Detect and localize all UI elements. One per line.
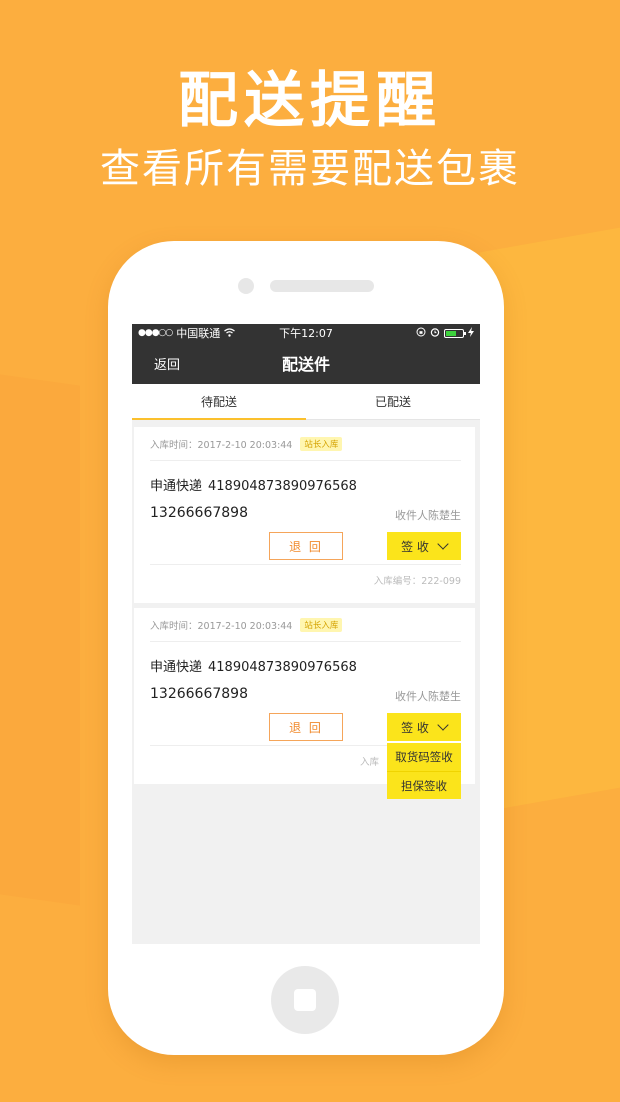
rotation-lock-icon [416, 327, 426, 340]
nav-bar: 返回 配送件 [132, 342, 480, 384]
battery-icon [444, 328, 466, 338]
chevron-down-icon [437, 718, 449, 731]
sign-button-label: 签 收 [401, 720, 429, 735]
page-title: 配送件 [281, 355, 330, 374]
recipient-phone: 13266667898 [150, 686, 248, 702]
home-square-icon [294, 989, 316, 1011]
signal-strength-icon: ●●●○○ [138, 328, 173, 338]
front-camera [238, 278, 254, 294]
home-button[interactable] [271, 966, 339, 1034]
status-badge: 站长入库 [300, 437, 343, 451]
storage-number: 入库 [359, 757, 379, 768]
courier-info: 申通快递 418904873890976568 [150, 656, 357, 675]
tab-delivered[interactable]: 已配送 [306, 384, 480, 419]
status-bar: ●●●○○ 中国联通 下午12:07 [132, 324, 480, 342]
carrier-name: 中国联通 [176, 327, 221, 340]
sign-button-label: 签 收 [401, 539, 429, 554]
app-screen: ●●●○○ 中国联通 下午12:07 返回 配送件 待配送 已配送 入库时间：2… [132, 324, 480, 944]
storage-time: 入库时间：2017-2-10 20:03:44 [150, 621, 293, 632]
parcel-card: 入库时间：2017-2-10 20:03:44 站长入库 申通快递 4189048… [134, 427, 475, 603]
sign-button[interactable]: 签 收 [387, 713, 461, 741]
sign-button[interactable]: 签 收 [387, 532, 461, 560]
background-shard [0, 374, 80, 906]
divider [150, 564, 461, 565]
sign-dropdown-menu: 取货码签收 担保签收 [387, 743, 461, 799]
wifi-icon [224, 327, 236, 340]
tab-bar: 待配送 已配送 [132, 384, 480, 420]
courier-name: 申通快递 [150, 660, 203, 675]
return-button[interactable]: 退 回 [269, 713, 343, 741]
divider [150, 641, 461, 642]
chevron-down-icon [437, 537, 449, 550]
charging-bolt-icon [468, 326, 474, 340]
tracking-number: 418904873890976568 [208, 479, 357, 494]
divider [150, 460, 461, 461]
tracking-number: 418904873890976568 [208, 660, 357, 675]
tab-pending-delivery[interactable]: 待配送 [132, 384, 306, 420]
banner-subtitle: 查看所有需要配送包裹 [100, 146, 520, 192]
courier-name: 申通快递 [150, 479, 203, 494]
return-button[interactable]: 退 回 [269, 532, 343, 560]
storage-number: 入库编号：222-099 [373, 576, 461, 587]
parcel-card: 入库时间：2017-2-10 20:03:44 站长入库 申通快递 4189048… [134, 608, 475, 799]
storage-time: 入库时间：2017-2-10 20:03:44 [150, 440, 293, 451]
recipient-name: 收件人陈楚生 [395, 690, 461, 703]
menu-item-pickup-code-sign[interactable]: 取货码签收 [387, 743, 461, 771]
phone-frame: ●●●○○ 中国联通 下午12:07 返回 配送件 待配送 已配送 入库时间：2… [108, 241, 504, 1055]
menu-item-guarantee-sign[interactable]: 担保签收 [387, 771, 461, 799]
banner-title: 配送提醒 [178, 66, 442, 136]
status-badge: 站长入库 [300, 618, 343, 632]
back-button[interactable]: 返回 [154, 354, 180, 373]
earpiece-speaker [270, 280, 374, 292]
courier-info: 申通快递 418904873890976568 [150, 475, 357, 494]
recipient-phone: 13266667898 [150, 505, 248, 521]
recipient-name: 收件人陈楚生 [395, 509, 461, 522]
alarm-clock-icon [430, 327, 440, 340]
